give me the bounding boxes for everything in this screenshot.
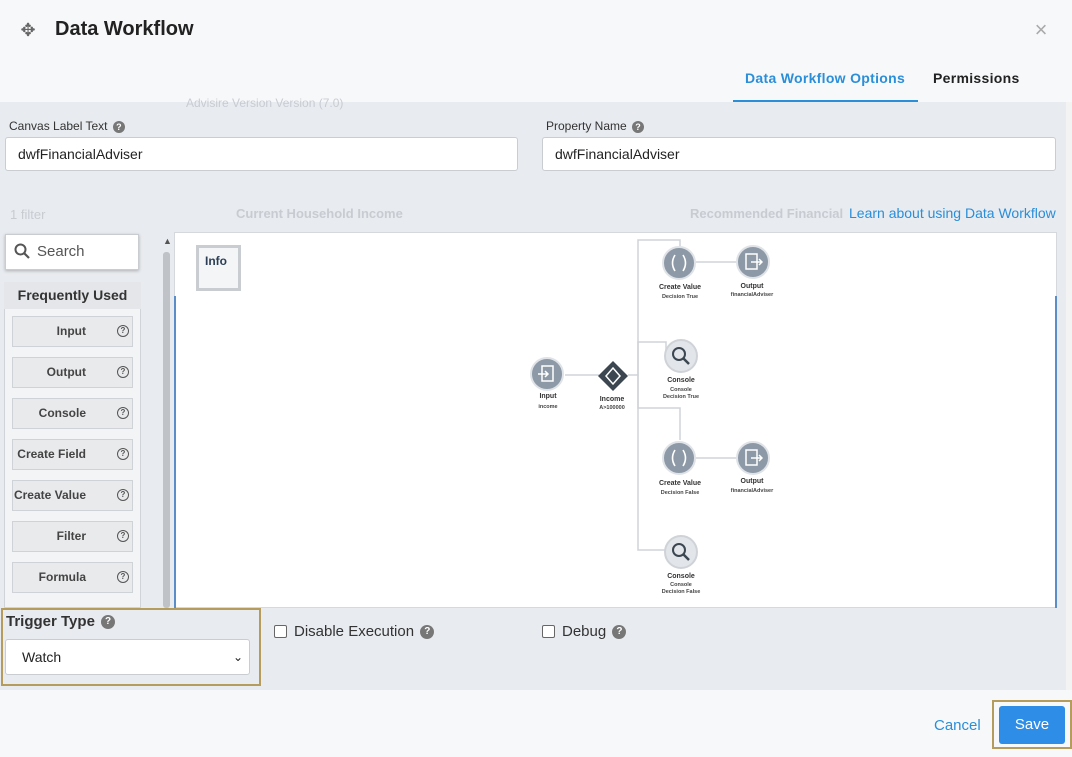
palette-item-console[interactable]: Console?	[12, 398, 133, 429]
canvas-label-input[interactable]: dwfFinancialAdviser	[5, 137, 518, 171]
node-label: Create Value	[658, 284, 702, 291]
node-sublabel: Decision False	[660, 490, 700, 496]
cancel-button[interactable]: Cancel	[934, 717, 981, 734]
ghost-version-text: Advisire Version Version (7.0)	[186, 96, 344, 110]
node-sublabel: Decision True	[662, 394, 700, 400]
node-label: Income	[599, 396, 625, 403]
property-name-text: Property Name	[546, 119, 627, 133]
decision-node-icon[interactable]	[597, 360, 629, 392]
debug-checkbox[interactable]	[542, 625, 555, 638]
ghost-recommended-text: Recommended Financial	[690, 206, 844, 221]
node-label: Output	[740, 283, 764, 290]
console-node-icon[interactable]	[664, 535, 698, 569]
dialog-title: Data Workflow	[55, 18, 194, 40]
debug-label: Debug ?	[562, 623, 627, 640]
ghost-filter-text: 1 filter	[10, 207, 46, 222]
console-node-icon[interactable]	[664, 339, 698, 373]
palette-item-label: Create Value	[13, 488, 86, 502]
workflow-connections	[565, 239, 736, 551]
debug-text: Debug	[562, 623, 607, 640]
chevron-down-icon: ⌄	[232, 650, 243, 664]
node-sublabel: Decision False	[661, 589, 701, 595]
palette-section-header: Frequently Used	[4, 282, 141, 309]
trigger-type-value: Watch	[22, 649, 62, 665]
node-sublabel: Console	[670, 387, 692, 393]
node-label: Create Value	[658, 480, 702, 487]
node-label: Output	[740, 478, 764, 485]
node-sublabel: Decision True	[661, 294, 699, 300]
canvas-label-text: Canvas Label Text	[9, 119, 108, 133]
canvas-label-field-label: Canvas Label Text ?	[9, 119, 125, 133]
create-value-node-icon[interactable]	[662, 441, 696, 475]
trigger-type-label: Trigger Type ?	[6, 613, 116, 630]
help-icon[interactable]: ?	[117, 448, 129, 460]
property-name-input[interactable]: dwfFinancialAdviser	[542, 137, 1056, 171]
output-node-icon[interactable]	[736, 441, 770, 475]
palette-item-create-field[interactable]: Create Field?	[12, 439, 133, 470]
palette-item-label: Create Field	[17, 447, 86, 461]
disable-execution-label: Disable Execution ?	[294, 623, 435, 640]
help-icon[interactable]: ?	[117, 407, 129, 419]
close-icon[interactable]: ×	[1031, 19, 1051, 41]
palette-item-create-value[interactable]: Create Value?	[12, 480, 133, 511]
scroll-up-arrow[interactable]: ▲	[163, 236, 172, 246]
dialog-header	[0, 0, 1072, 102]
palette-item-label: Formula	[38, 570, 86, 584]
ghost-income-text: Current Household Income	[236, 206, 403, 221]
node-label: Console	[667, 377, 695, 384]
help-icon[interactable]: ?	[612, 625, 627, 640]
help-icon[interactable]: ?	[117, 571, 129, 583]
palette-item-filter[interactable]: Filter?	[12, 521, 133, 552]
right-scrollbar[interactable]	[1066, 102, 1072, 690]
palette-item-output[interactable]: Output?	[12, 357, 133, 388]
help-icon[interactable]: ?	[112, 120, 125, 133]
palette-item-label: Input	[56, 324, 86, 338]
dialog-footer	[0, 690, 1072, 757]
help-icon[interactable]: ?	[420, 625, 435, 640]
disable-execution-text: Disable Execution	[294, 623, 415, 640]
search-icon	[14, 243, 30, 259]
help-icon[interactable]: ?	[632, 120, 645, 133]
palette-scrollbar-thumb[interactable]	[163, 252, 170, 608]
help-icon[interactable]: ?	[101, 615, 116, 630]
create-value-node-icon[interactable]	[662, 246, 696, 280]
node-sublabel: financialAdviser	[730, 292, 774, 298]
help-icon[interactable]: ?	[117, 530, 129, 542]
tab-permissions[interactable]: Permissions	[933, 70, 1020, 86]
palette-item-label: Console	[38, 406, 86, 420]
save-button[interactable]: Save	[999, 706, 1065, 744]
palette-item-label: Output	[46, 365, 86, 379]
move-icon[interactable]: ✥	[18, 20, 38, 40]
tab-data-workflow-options[interactable]: Data Workflow Options	[745, 70, 905, 86]
help-icon[interactable]: ?	[117, 366, 129, 378]
palette-item-formula[interactable]: Formula?	[12, 562, 133, 593]
input-node-icon[interactable]	[530, 357, 564, 391]
output-node-icon[interactable]	[736, 245, 770, 279]
property-name-field-label: Property Name ?	[546, 119, 645, 133]
learn-data-workflow-link[interactable]: Learn about using Data Workflow	[849, 205, 1056, 221]
node-sublabel: Console	[670, 582, 692, 588]
disable-execution-checkbox[interactable]	[274, 625, 287, 638]
trigger-type-select[interactable]: Watch ⌄	[5, 639, 250, 675]
node-sublabel: financialAdviser	[730, 488, 774, 494]
palette-item-label: Filter	[56, 529, 86, 543]
node-label: Console	[667, 573, 695, 580]
help-icon[interactable]: ?	[117, 489, 129, 501]
help-icon[interactable]: ?	[117, 325, 129, 337]
palette-item-input[interactable]: Input?	[12, 316, 133, 347]
trigger-type-text: Trigger Type	[6, 613, 95, 630]
node-sublabel: A>100000	[599, 405, 625, 411]
